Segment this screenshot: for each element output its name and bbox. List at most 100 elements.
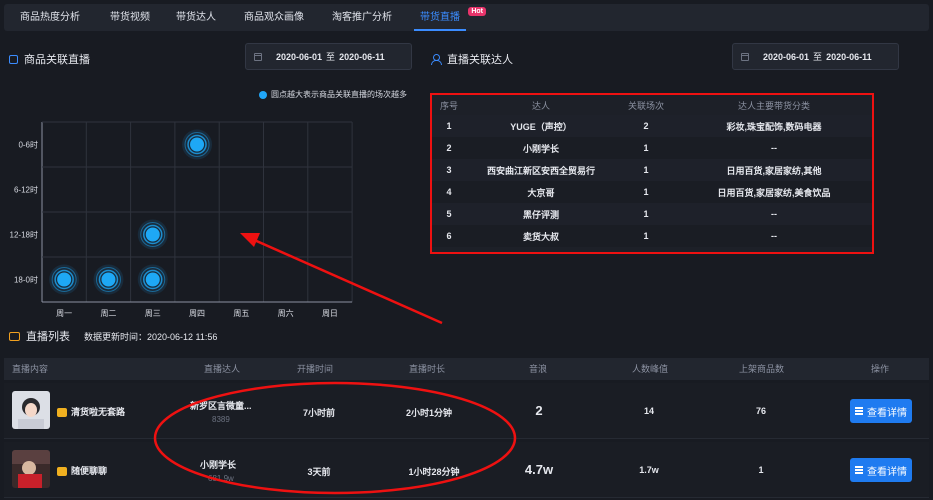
tab-sales-influencer[interactable]: 带货达人 [164, 4, 228, 31]
cell-idx: 3 [432, 159, 466, 181]
bubble-point[interactable] [137, 219, 168, 250]
tab-product-heat[interactable]: 商品热度分析 [4, 4, 96, 31]
live-thumbnail[interactable] [12, 391, 50, 429]
date-from: 2020-06-01 [763, 51, 810, 62]
bag-icon [57, 408, 67, 418]
cell-category: -- [676, 225, 872, 247]
live-content[interactable]: 随便聊聊 [57, 464, 107, 477]
view-detail-label: 查看详情 [867, 466, 907, 478]
peak-viewers: 1.7w [639, 465, 659, 475]
cell-name[interactable]: 大京哥 [466, 181, 616, 203]
date-separator: 至 [813, 52, 823, 62]
cell-name[interactable]: YUGE（声控） [466, 115, 616, 137]
hot-badge: Hot [468, 7, 486, 16]
product-live-title-text: 商品关联直播 [24, 54, 90, 66]
cell-idx: 4 [432, 181, 466, 203]
col-goods-count: 上架商品数 [739, 364, 785, 374]
legend-dot-icon [259, 90, 267, 99]
right-date-range-picker[interactable]: 2020-06-01 至 2020-06-11 [732, 43, 899, 70]
x-tick-label: 周四 [189, 309, 205, 318]
x-tick-label: 周二 [100, 309, 116, 318]
cell-name[interactable]: 卖货大叔 [466, 225, 616, 247]
goods-count: 76 [755, 406, 766, 416]
x-tick-label: 周一 [56, 309, 72, 318]
cell-idx: 6 [432, 225, 466, 247]
cell-category: 日用百货,家居家纺,其他 [676, 159, 872, 181]
tab-sales-video[interactable]: 带货视频 [96, 4, 164, 31]
square-icon [9, 54, 18, 64]
cell-name[interactable]: 黑仔评测 [466, 203, 616, 225]
calendar-icon [741, 52, 749, 61]
bubble-point[interactable] [137, 264, 168, 295]
cell-idx: 2 [432, 137, 466, 159]
bubble-point[interactable] [93, 264, 124, 295]
tab-live-sales[interactable]: 带货直播 Hot [414, 4, 486, 31]
influencer-row: 5 黑仔评测 1 -- [432, 203, 872, 225]
influencer-table: 序号 达人 关联场次 达人主要带货分类 1 YUGE（声控） 2 彩妆,珠宝配饰,数码… [430, 93, 874, 254]
view-detail-button[interactable]: 查看详情 [850, 399, 912, 423]
cell-category: 日用百货,家居家纺,美食饮品 [676, 181, 872, 203]
live-influencer-title-text: 直播关联达人 [447, 54, 513, 66]
date-to: 2020-06-11 [826, 51, 872, 62]
influencer-row: 6 卖货大叔 1 -- [432, 225, 872, 247]
left-date-range-picker[interactable]: 2020-06-01 至 2020-06-11 [245, 43, 412, 70]
influencer-row: 1 YUGE（声控） 2 彩妆,珠宝配饰,数码电器 [432, 115, 872, 137]
goods-count: 1 [758, 465, 764, 475]
col-action: 操作 [871, 364, 890, 374]
cell-idx: 5 [432, 203, 466, 225]
bubble-point[interactable] [49, 264, 80, 295]
y-tick-label: 6-12时 [14, 185, 38, 195]
peak-viewers: 14 [643, 406, 654, 416]
influencer-row: 4 大京哥 1 日用百货,家居家纺,美食饮品 [432, 181, 872, 203]
view-detail-label: 查看详情 [867, 407, 907, 419]
view-detail-button[interactable]: 查看详情 [850, 458, 912, 482]
product-live-section-title: 商品关联直播 [9, 51, 90, 67]
cell-name[interactable]: 小刚学长 [466, 137, 616, 159]
calendar-icon [254, 52, 262, 61]
cell-count: 1 [616, 159, 676, 181]
live-content[interactable]: 清货啦无套路 [57, 405, 125, 418]
cell-count: 1 [616, 203, 676, 225]
cell-count: 1 [616, 225, 676, 247]
legend-text: 圆点越大表示商品关联直播的场次越多 [271, 90, 407, 99]
influencer-row: 2 小刚学长 1 -- [432, 137, 872, 159]
x-tick-label: 周三 [145, 309, 161, 318]
col-live-content: 直播内容 [12, 364, 49, 374]
col-yinlang: 音浪 [529, 364, 548, 374]
col-influencer: 达人 [531, 100, 550, 111]
col-index: 序号 [439, 100, 458, 111]
live-content-text: 清货啦无套路 [71, 407, 126, 417]
live-thumbnail[interactable] [12, 450, 50, 488]
chart-legend: 圆点越大表示商品关联直播的场次越多 [259, 89, 407, 100]
update-label: 数据更新时间： [84, 331, 148, 342]
tab-audience-profile[interactable]: 商品观众画像 [228, 4, 320, 31]
tv-icon [9, 331, 20, 341]
update-time-value: 2020-06-12 11:56 [147, 331, 218, 342]
date-from: 2020-06-01 [276, 51, 323, 62]
col-main-category: 达人主要带货分类 [737, 100, 810, 111]
cell-idx: 1 [432, 115, 466, 137]
live-content-text: 随便聊聊 [71, 466, 108, 476]
y-tick-label: 12-18时 [10, 230, 38, 240]
tab-live-sales-label: 带货直播 [420, 12, 460, 23]
list-icon [855, 407, 863, 415]
live-influencer-section-title: 直播关联达人 [431, 51, 513, 67]
cell-name[interactable]: 西安曲江新区安西全贸易行 [466, 159, 616, 181]
cell-category: -- [676, 137, 872, 159]
bubble-point[interactable] [182, 129, 213, 160]
y-tick-label: 0-6时 [18, 140, 38, 150]
cell-category: -- [676, 203, 872, 225]
update-time: 数据更新时间：2020-06-12 11:56 [84, 330, 217, 343]
annotation-ellipse [153, 381, 517, 495]
cell-count: 1 [616, 181, 676, 203]
tab-taoke-promotion[interactable]: 淘客推广分析 [320, 4, 404, 31]
y-tick-label: 18-0时 [14, 275, 38, 285]
cell-category: 彩妆,珠宝配饰,数码电器 [676, 115, 872, 137]
date-to: 2020-06-11 [339, 51, 385, 62]
cell-count: 2 [616, 115, 676, 137]
annotation-arrow [240, 233, 443, 325]
live-list-title-text: 直播列表 [26, 331, 70, 343]
live-list-section-title: 直播列表 数据更新时间：2020-06-12 11:56 [9, 328, 217, 344]
col-peak-viewers: 人数峰值 [632, 364, 669, 374]
col-related-count: 关联场次 [627, 100, 664, 111]
